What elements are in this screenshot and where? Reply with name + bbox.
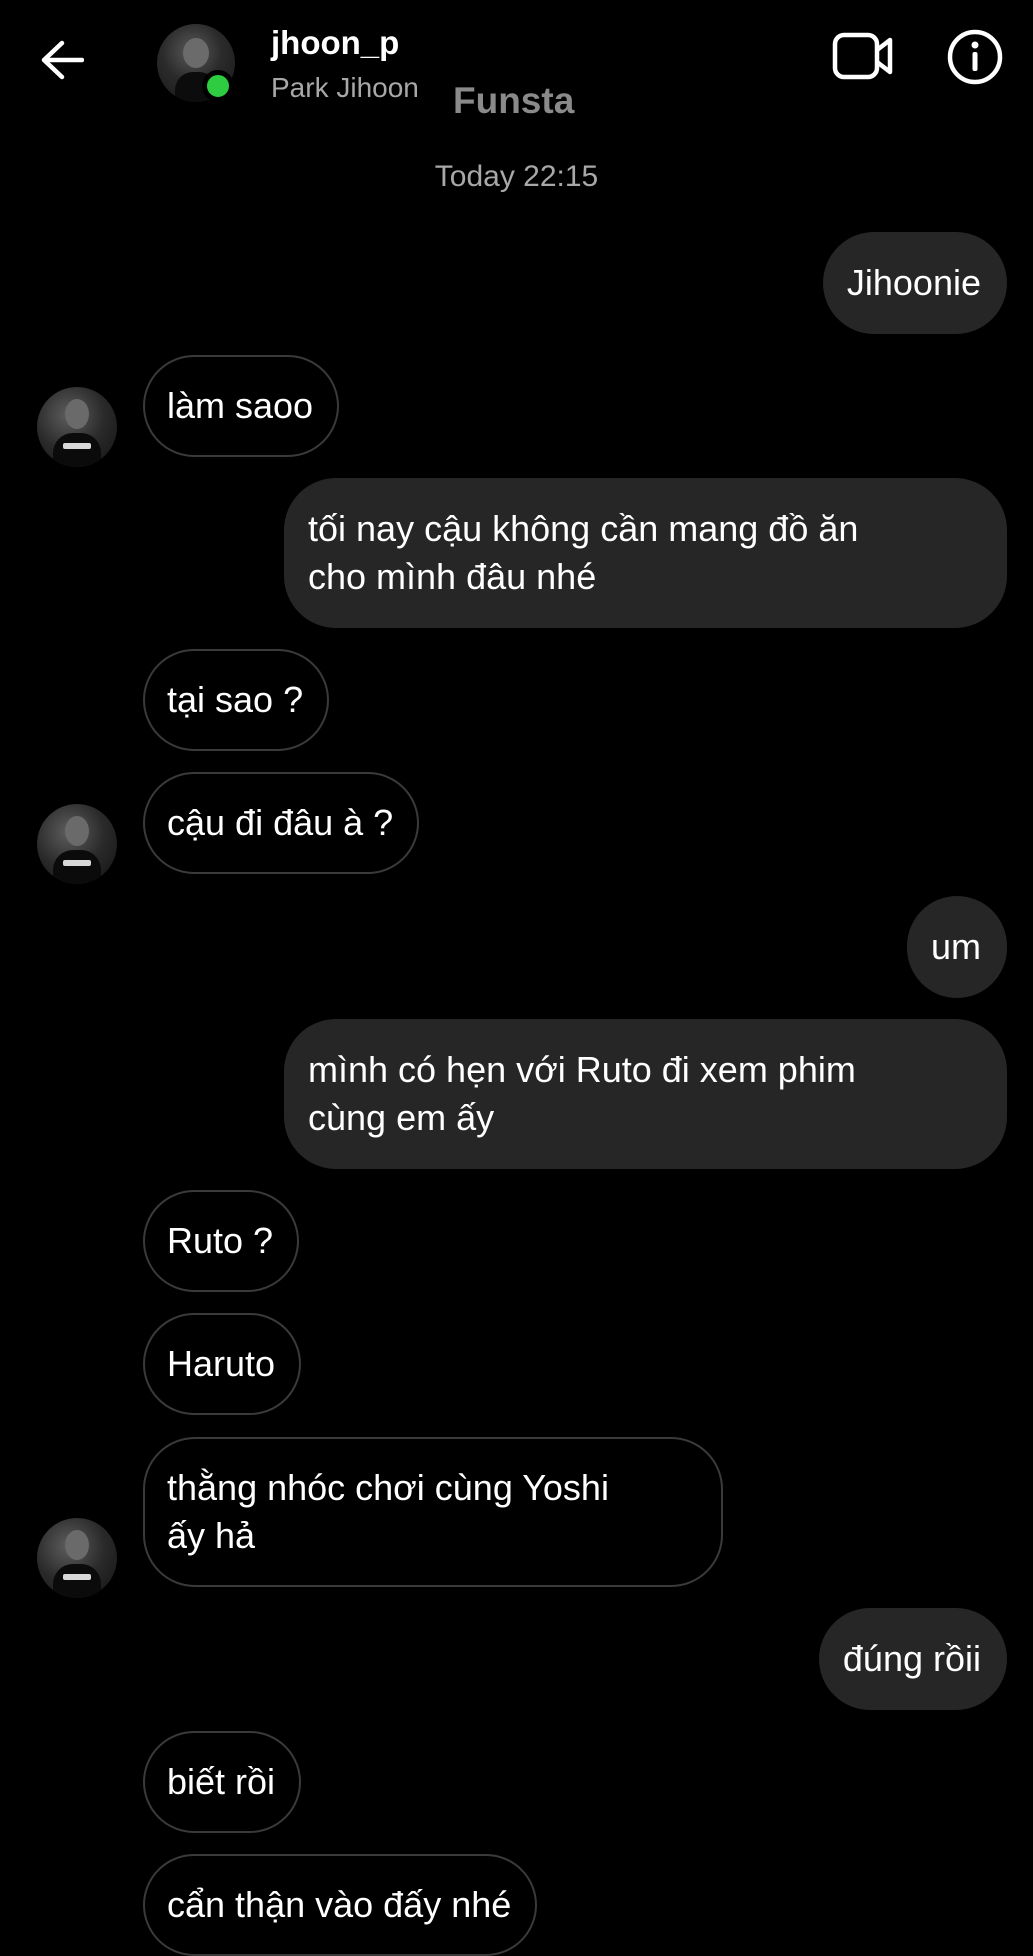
sender-avatar[interactable] — [37, 804, 117, 884]
message-sent[interactable]: Jihoonie — [822, 232, 1007, 334]
message-received[interactable]: cậu đi đâu à ? — [143, 772, 420, 874]
arrow-left-icon — [41, 40, 84, 80]
message-received[interactable]: thằng nhóc chơi cùng Yoshi ấy hả — [143, 1437, 723, 1587]
sender-avatar[interactable] — [37, 387, 117, 467]
online-status-indicator — [202, 70, 234, 102]
message-received[interactable]: cẩn thận vào đấy nhé — [143, 1854, 538, 1956]
contact-fullname[interactable]: Park Jihoon — [271, 72, 419, 104]
message-sent[interactable]: đúng rồii — [818, 1608, 1007, 1710]
chat-header: jhoon_p Park Jihoon Funsta — [0, 0, 1033, 140]
video-call-button[interactable] — [830, 28, 896, 84]
video-camera-icon — [832, 32, 893, 80]
message-received[interactable]: Haruto — [143, 1313, 302, 1415]
back-button[interactable] — [38, 36, 86, 84]
message-sent[interactable]: um — [906, 896, 1007, 998]
sender-avatar[interactable] — [37, 1518, 117, 1598]
message-received[interactable]: biết rồi — [143, 1731, 302, 1833]
message-sent[interactable]: tối nay cậu không cần mang đồ ăn cho mìn… — [284, 478, 1007, 628]
contact-username[interactable]: jhoon_p — [271, 24, 399, 62]
info-icon — [947, 29, 1003, 85]
watermark-text: Funsta — [453, 80, 575, 121]
thread-timestamp: Today 22:15 — [434, 160, 599, 193]
message-received[interactable]: Ruto ? — [143, 1190, 300, 1292]
message-received[interactable]: làm saoo — [143, 355, 340, 457]
info-button[interactable] — [946, 28, 1004, 86]
message-received[interactable]: tại sao ? — [143, 649, 330, 751]
message-sent[interactable]: mình có hẹn với Ruto đi xem phim cùng em… — [284, 1019, 1007, 1169]
